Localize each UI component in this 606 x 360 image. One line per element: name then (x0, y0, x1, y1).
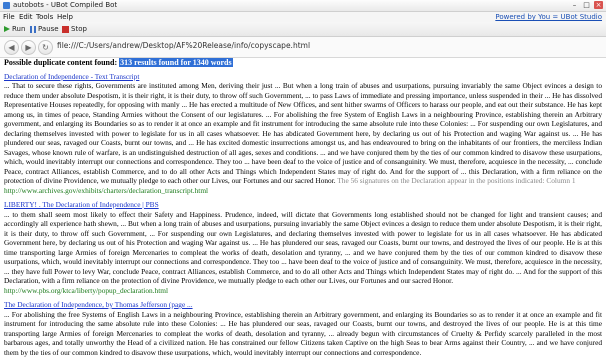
result-snippet: ... That to secure these rights, Governm… (4, 81, 602, 186)
maximize-icon[interactable]: □ (582, 1, 591, 9)
forward-icon[interactable]: ▶ (21, 40, 36, 55)
window-title: autobots - UBot Compiled Bot (13, 1, 118, 9)
result-title[interactable]: The Declaration of Independence, by Thom… (4, 300, 602, 310)
menu-bar: File Edit Tools Help Powered by You = UB… (0, 12, 606, 22)
menu-help[interactable]: Help (57, 12, 73, 22)
pause-button[interactable]: Pause (30, 22, 59, 36)
stop-button[interactable]: Stop (62, 22, 87, 36)
toolbar: Run Pause Stop (0, 22, 606, 37)
results-count-highlight: 313 results found for 1340 words (119, 58, 233, 67)
result-url[interactable]: http://www.pbs.org/ktca/liberty/popup_de… (4, 286, 602, 296)
menu-file[interactable]: File (3, 12, 15, 22)
run-button[interactable]: Run (4, 22, 25, 36)
window-titlebar: autobots - UBot Compiled Bot – □ × (0, 0, 606, 12)
run-label: Run (12, 25, 26, 33)
address-bar: ◀ ▶ ↻ file:///C:/Users/andrew/Desktop/AF… (0, 37, 606, 58)
result-snippet: ... to them shall seem most likely to ef… (4, 209, 602, 286)
results-headline: Possible duplicate content found: 313 re… (4, 58, 602, 68)
play-icon (4, 26, 10, 32)
result-snippet: ... For abolishing the free Systems of E… (4, 309, 602, 357)
snippet-note: The 56 signatures on the Declaration app… (335, 176, 576, 185)
result-title[interactable]: Declaration of Independence - Text Trans… (4, 72, 602, 82)
menu-tools[interactable]: Tools (36, 12, 53, 22)
close-icon[interactable]: × (594, 1, 603, 9)
app-icon (3, 2, 10, 9)
url-field[interactable]: file:///C:/Users/andrew/Desktop/AF%20Rel… (57, 41, 310, 50)
page-content: Possible duplicate content found: 313 re… (4, 58, 602, 360)
back-icon[interactable]: ◀ (4, 40, 19, 55)
snippet-text: ... That to secure these rights, Governm… (4, 81, 602, 185)
pause-icon (30, 25, 36, 33)
result-url[interactable]: http://www.archives.gov/exhibits/charter… (4, 186, 602, 196)
stop-label: Stop (71, 25, 87, 33)
result-title[interactable]: LIBERTY! . The Declaration of Independen… (4, 200, 602, 210)
minimize-icon[interactable]: – (570, 1, 579, 9)
refresh-icon[interactable]: ↻ (38, 40, 53, 55)
powered-by-link[interactable]: Powered by You = UBot Studio (495, 12, 602, 22)
pause-label: Pause (38, 25, 59, 33)
stop-icon (62, 25, 69, 33)
menu-edit[interactable]: Edit (19, 12, 33, 22)
headline-prefix: Possible duplicate content found: (4, 58, 120, 67)
